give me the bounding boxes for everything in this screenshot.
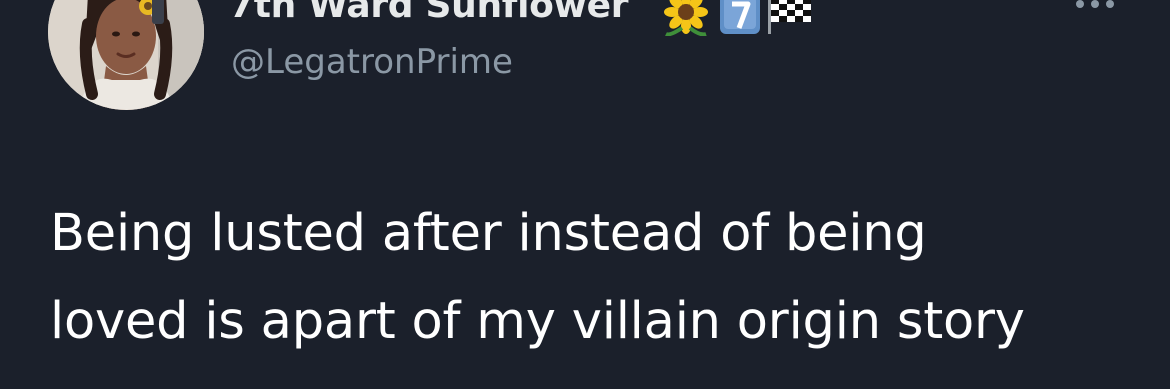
sunflower-emoji [664, 0, 708, 36]
keycap-7-emoji [720, 0, 760, 34]
name-emojis [662, 0, 816, 36]
tweet-text: Being lusted after instead of being love… [50, 204, 1025, 351]
avatar[interactable] [48, 0, 204, 110]
chequered-flag-emoji [768, 0, 811, 34]
tweet: 7th Ward Sunflower @LegatronPrime Being … [0, 0, 1170, 389]
avatar-photo [48, 0, 204, 110]
more-options-button[interactable] [1072, 0, 1118, 18]
user-handle[interactable]: @LegatronPrime [231, 40, 513, 84]
more-dots-icon [1076, 0, 1114, 8]
display-name[interactable]: 7th Ward Sunflower [229, 0, 628, 28]
